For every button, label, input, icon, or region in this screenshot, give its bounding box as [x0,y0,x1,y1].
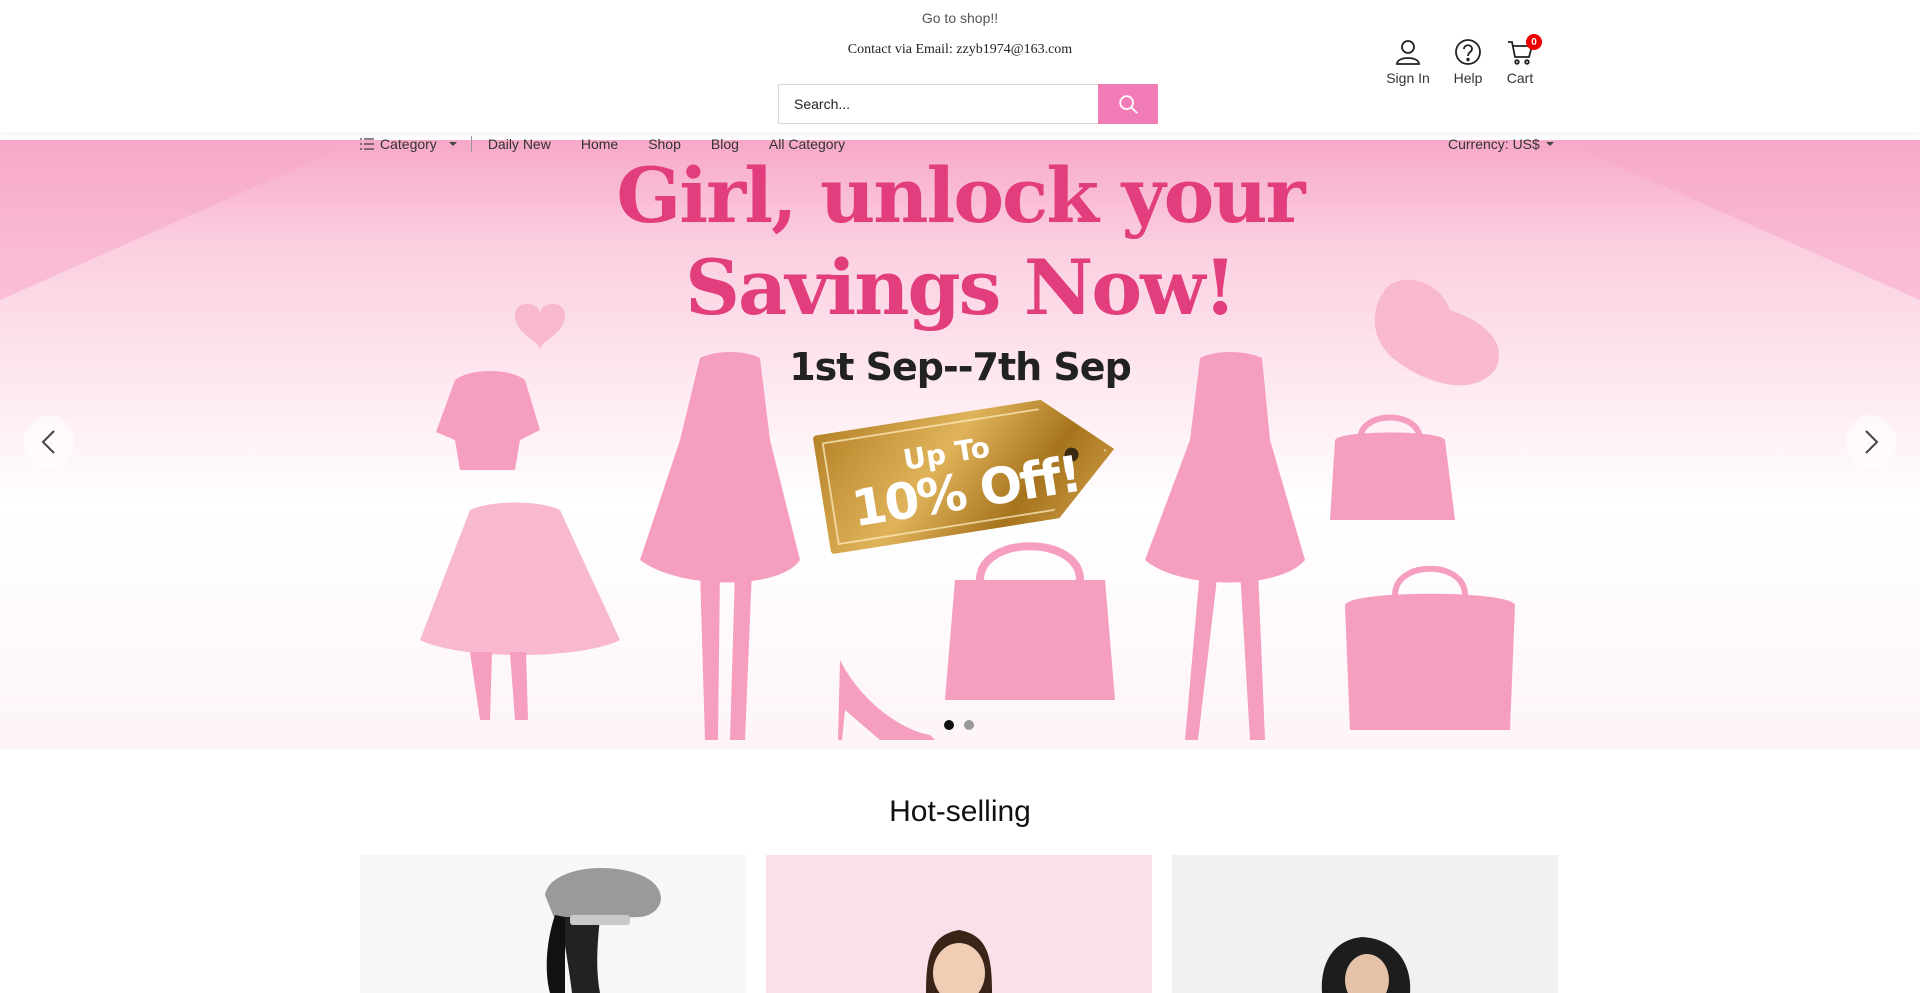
search-bar [778,84,1158,124]
category-label: Category [380,136,437,152]
help-button[interactable]: Help [1448,38,1488,86]
search-icon [1119,95,1138,114]
banner-date-range: 1st Sep--7th Sep [789,345,1132,389]
product-card[interactable] [1172,855,1558,993]
site-header: Go to shop!! Contact via Email: zzyb1974… [0,0,1920,132]
sign-in-label: Sign In [1386,70,1430,86]
promo-link[interactable]: Go to shop!! [0,10,1920,26]
header-actions: Sign In Help Cart 0 [1380,34,1542,86]
carousel-next-button[interactable] [1846,415,1896,469]
cart-count-badge: 0 [1526,34,1542,50]
banner-headline: Girl, unlock your Savings Now! [0,150,1920,334]
main-nav: Category Daily New Home Shop Blog All Ca… [0,132,1920,156]
product-image [1172,855,1558,993]
nav-home[interactable]: Home [581,136,618,152]
caret-down-icon [448,142,457,146]
hot-selling-title: Hot-selling [889,795,1031,828]
nav-daily-new[interactable]: Daily New [488,136,551,152]
category-dropdown[interactable]: Category [360,136,472,152]
carousel-dot-2[interactable] [964,720,974,730]
product-image [766,855,1152,993]
nav-shop[interactable]: Shop [648,136,681,152]
hero-banner[interactable]: Girl, unlock your Savings Now! 1st Sep--… [0,140,1920,750]
product-image [360,855,746,993]
chevron-left-icon [41,430,55,454]
help-icon [1455,39,1481,65]
product-card[interactable] [766,855,1152,993]
chevron-right-icon [1865,430,1879,454]
sign-in-button[interactable]: Sign In [1380,38,1436,86]
hot-selling-products [360,855,1558,993]
caret-down-icon [1545,142,1554,146]
search-button[interactable] [1098,84,1158,124]
product-card[interactable] [360,855,746,993]
carousel-dots [944,720,974,730]
carousel-dot-1[interactable] [944,720,954,730]
contact-email: Contact via Email: zzyb1974@163.com [847,42,1073,57]
help-label: Help [1453,70,1483,86]
nav-blog[interactable]: Blog [711,136,739,152]
carousel-prev-button[interactable] [24,415,74,469]
user-icon [1396,40,1420,65]
banner-headline-line1: Girl, unlock your [616,151,1305,240]
nav-all-category[interactable]: All Category [769,136,845,152]
currency-label: Currency: US$ [1448,136,1540,152]
currency-selector[interactable]: Currency: US$ [1448,136,1554,152]
search-input[interactable] [778,84,1098,124]
cart-label: Cart [1506,70,1534,86]
cart-button[interactable]: Cart 0 [1502,34,1542,86]
banner-headline-line2: Savings Now! [685,243,1237,332]
list-icon [360,138,374,150]
